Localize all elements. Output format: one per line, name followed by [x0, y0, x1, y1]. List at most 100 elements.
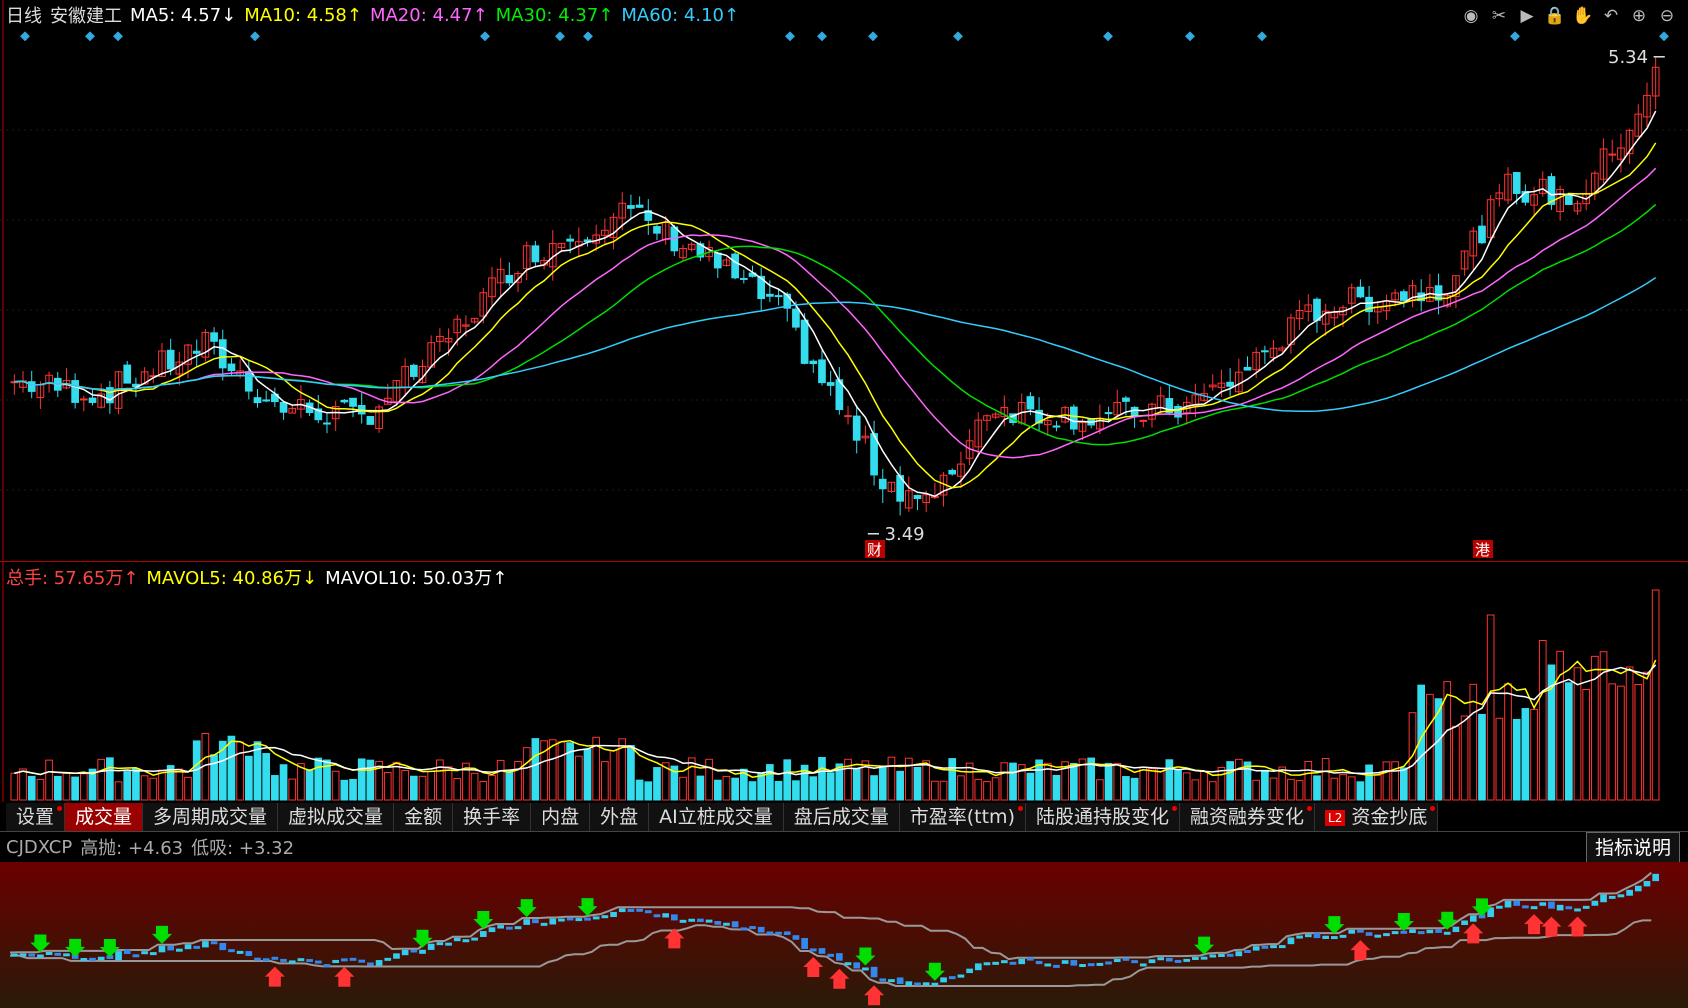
tab-6[interactable]: 内盘	[531, 803, 591, 831]
tab-5[interactable]: 换手率	[453, 803, 532, 831]
tab-0[interactable]: 设置	[6, 803, 66, 831]
tab-11[interactable]: 陆股通持股变化	[1025, 803, 1180, 831]
indicator-bar	[314, 960, 322, 964]
candle-body	[1122, 397, 1130, 402]
tab-3[interactable]: 虚拟成交量	[278, 803, 395, 831]
indicator-bar	[453, 937, 461, 942]
volume-bar	[1391, 761, 1399, 801]
indicator-high: 高抛: +4.63	[80, 838, 184, 859]
indicator-bar	[349, 957, 357, 961]
indicator-bar	[540, 922, 548, 926]
tab-12[interactable]: 融资融券变化	[1180, 803, 1316, 831]
indicator-bar	[879, 978, 887, 982]
indicator-bar	[401, 949, 409, 956]
volume-bar	[766, 764, 774, 801]
tabs-divider	[0, 831, 1688, 832]
indicator-bar	[575, 918, 583, 922]
candle-body	[713, 252, 722, 269]
volume-bar	[783, 759, 792, 801]
indicator-bar	[115, 951, 122, 961]
indicator-bar	[1565, 906, 1573, 910]
volume-bar	[1573, 667, 1582, 801]
candle-body	[79, 398, 88, 401]
volume-bar	[896, 770, 904, 801]
signal-diamond	[817, 31, 827, 42]
volume-bar	[679, 776, 687, 801]
indicator-bar	[1070, 960, 1078, 966]
tab-dot	[1172, 806, 1177, 811]
indicator-bar	[566, 917, 574, 921]
candle-body	[878, 478, 887, 490]
indicator-name: CJDXCP	[6, 836, 73, 858]
indicator-bar	[1235, 951, 1243, 957]
indicator-bar	[254, 957, 261, 961]
volume-bar	[931, 780, 939, 801]
signal-diamond	[1659, 31, 1669, 42]
indicator-bar	[1348, 929, 1356, 934]
indicator-bar	[1469, 915, 1477, 922]
signal-diamond	[85, 31, 95, 42]
indicator-bar	[1218, 953, 1225, 957]
tab-7[interactable]: 外盘	[590, 803, 650, 831]
price-chart[interactable]: 5.34 ── 3.49财港	[0, 0, 1688, 560]
indicator-explain-button[interactable]: 指标说明	[1585, 832, 1680, 864]
candle-body	[1512, 172, 1521, 194]
indicator-bar	[1183, 958, 1191, 962]
indicator-bar	[462, 939, 470, 943]
indicator-bar	[1600, 894, 1607, 903]
volume-bar	[1096, 779, 1104, 801]
tab-10[interactable]: 市盈率(ttm)	[899, 803, 1026, 831]
indicator-bar	[1244, 950, 1251, 954]
volume-bar	[1130, 777, 1139, 801]
indicator-bar	[280, 958, 287, 962]
indicator-bar	[288, 960, 296, 964]
candle-body	[1130, 406, 1139, 417]
indicator-bar	[1357, 929, 1364, 933]
tab-8[interactable]: AI立桩成交量	[649, 803, 784, 831]
volume-bar	[97, 758, 106, 801]
volume-bar	[826, 772, 835, 801]
indicator-chart[interactable]	[0, 862, 1688, 1008]
candle-body	[1139, 419, 1148, 422]
indicator-bar	[410, 949, 418, 953]
tab-2[interactable]: 多周期成交量	[143, 803, 279, 831]
volume-bar	[887, 756, 896, 801]
signal-diamond	[583, 31, 593, 42]
volume-bar	[983, 781, 991, 801]
volume-bar	[1504, 683, 1512, 801]
volume-bar	[583, 748, 592, 801]
tab-4[interactable]: 金额	[394, 803, 454, 831]
volume-bar	[1052, 774, 1061, 801]
indicator-bar	[1582, 905, 1590, 909]
indicator-bar	[1035, 960, 1043, 965]
volume-bar	[531, 738, 540, 801]
candle-body	[71, 380, 79, 403]
volume-bar	[314, 757, 323, 801]
indicator-bar	[818, 948, 826, 954]
volume-chart[interactable]	[0, 562, 1688, 802]
indicator-bar	[1096, 962, 1104, 966]
tab-9[interactable]: 盘后成交量	[783, 803, 900, 831]
indicator-bar	[219, 942, 227, 951]
candle-body	[739, 277, 748, 280]
tab-1[interactable]: 成交量	[65, 803, 144, 831]
volume-bar	[748, 781, 757, 801]
indicator-bar	[132, 954, 140, 958]
volume-bar	[271, 775, 279, 801]
volume-bar	[1000, 762, 1009, 801]
tab-13[interactable]: L2 资金抄底	[1315, 803, 1439, 831]
signal-diamond	[1257, 31, 1267, 42]
volume-bar	[418, 775, 427, 801]
indicator-bar	[1261, 945, 1269, 949]
indicator-bar	[271, 956, 279, 960]
candle-body	[627, 205, 635, 209]
indicator-bar	[592, 916, 600, 920]
candle-body	[653, 226, 661, 234]
candle-body	[323, 422, 331, 425]
volume-bar	[210, 754, 218, 801]
volume-bar	[1538, 639, 1547, 801]
signal-diamond	[1185, 31, 1195, 42]
indicator-bar	[1409, 929, 1416, 934]
volume-bar	[878, 766, 887, 801]
volume-bar	[1217, 766, 1226, 801]
